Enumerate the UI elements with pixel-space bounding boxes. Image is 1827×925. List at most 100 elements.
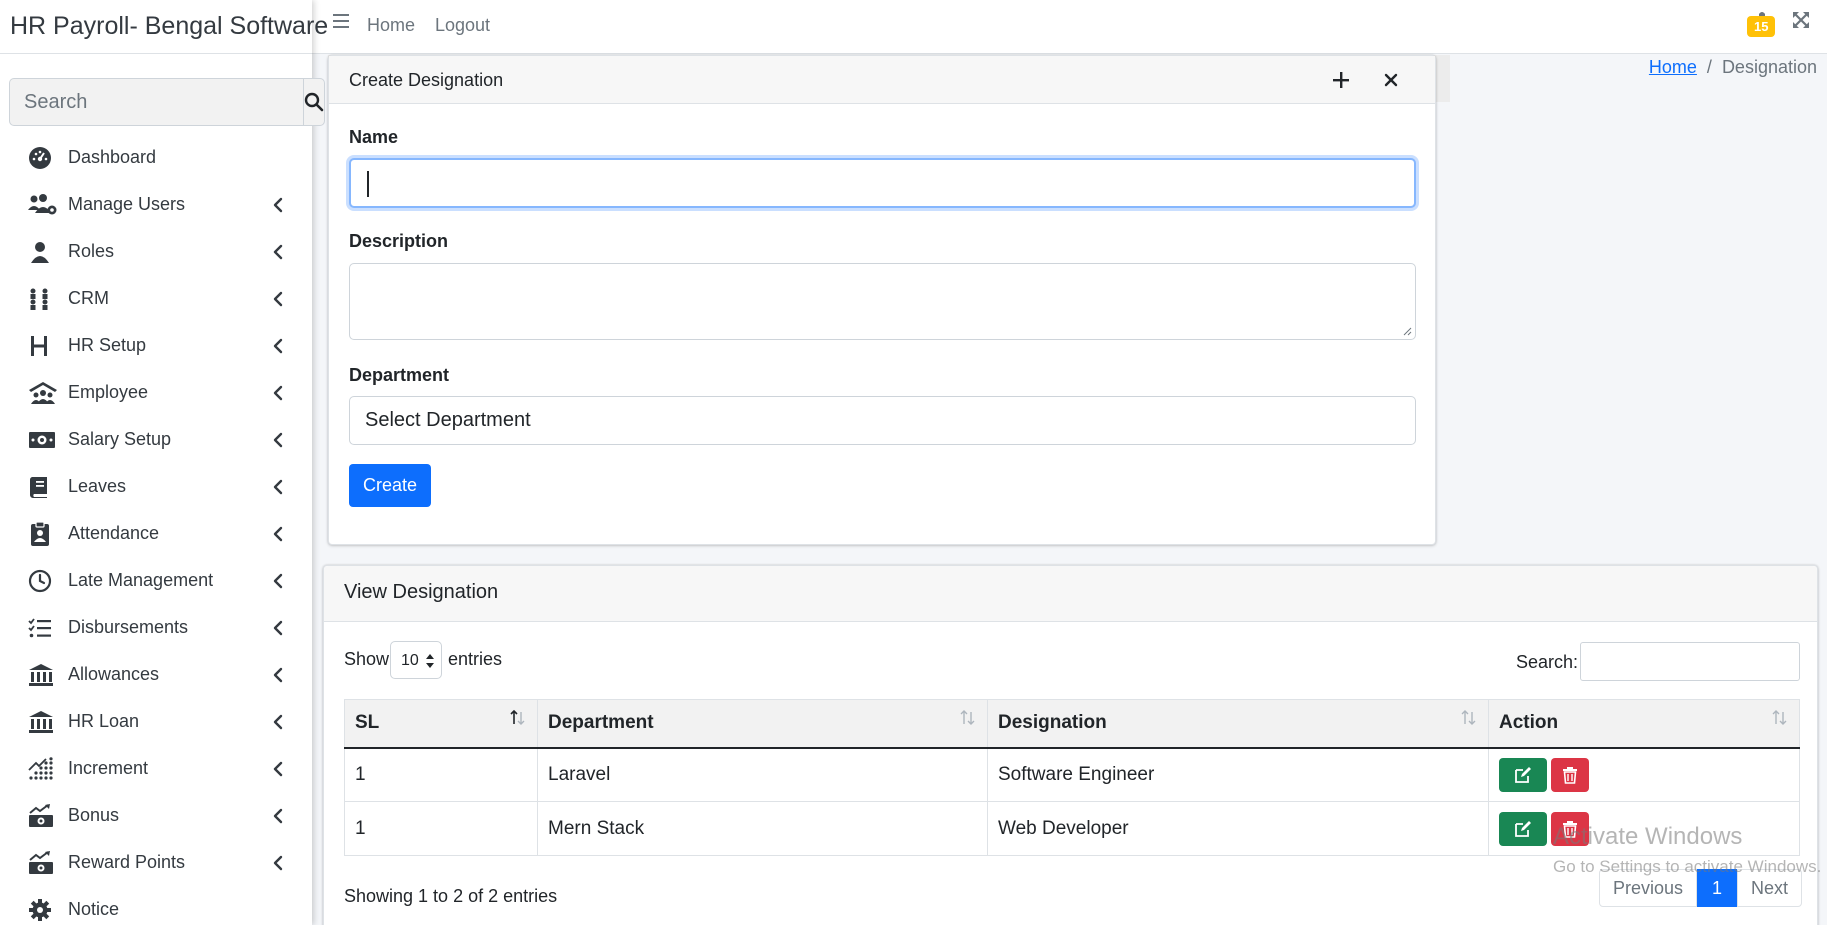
column-header-sl[interactable]: SL bbox=[344, 699, 538, 749]
sort-asc-icon bbox=[510, 709, 525, 725]
column-header-label: Designation bbox=[998, 712, 1107, 734]
sidebar-item-allowances[interactable]: Allowances bbox=[0, 651, 312, 698]
sidebar-item-bonus[interactable]: Bonus bbox=[0, 792, 312, 839]
sidebar-item-label: Bonus bbox=[68, 805, 120, 825]
chevron-left-icon bbox=[273, 526, 283, 542]
sidebar-item-salary-setup[interactable]: Salary Setup bbox=[0, 416, 312, 463]
description-textarea[interactable] bbox=[349, 263, 1416, 340]
sidebar-item-label: Manage Users bbox=[68, 194, 186, 214]
chart-dots-icon bbox=[28, 756, 58, 782]
gear-icon bbox=[28, 897, 58, 923]
delete-button[interactable] bbox=[1551, 811, 1589, 846]
sidebar-item-label: Roles bbox=[68, 241, 115, 261]
sidebar-item-late-management[interactable]: Late Management bbox=[0, 557, 312, 604]
hamburger-menu-icon[interactable] bbox=[332, 12, 350, 30]
sidebar-item-roles[interactable]: Roles bbox=[0, 228, 312, 275]
show-label: Show bbox=[344, 649, 390, 669]
delete-button[interactable] bbox=[1551, 757, 1589, 792]
chevron-left-icon bbox=[273, 855, 283, 871]
brand-title[interactable]: HR Payroll- Bengal Software bbox=[0, 0, 328, 54]
sidebar-item-hr-loan[interactable]: HR Loan bbox=[0, 698, 312, 745]
chevron-left-icon bbox=[273, 714, 283, 730]
view-card-header: View Designation bbox=[324, 566, 1817, 622]
column-header-action[interactable]: Action bbox=[1488, 699, 1800, 749]
cell-department: Laravel bbox=[537, 747, 988, 802]
create-button[interactable]: Create bbox=[349, 464, 431, 507]
money-chart-icon bbox=[28, 803, 58, 829]
column-header-label: Action bbox=[1499, 712, 1559, 734]
chevron-left-icon bbox=[273, 291, 283, 307]
text-caret bbox=[367, 171, 369, 197]
collapse-plus-icon[interactable] bbox=[1332, 71, 1350, 89]
sidebar-item-reward-points[interactable]: Reward Points bbox=[0, 839, 312, 886]
designation-table: SL Department Designation Action 1 Larav… bbox=[344, 699, 1800, 856]
create-card-title: Create Designation bbox=[349, 70, 504, 90]
breadcrumb-current: Designation bbox=[1721, 57, 1817, 77]
sidebar-item-attendance[interactable]: Attendance bbox=[0, 510, 312, 557]
sidebar-item-leaves[interactable]: Leaves bbox=[0, 463, 312, 510]
clock-icon bbox=[28, 568, 58, 594]
chevron-left-icon bbox=[273, 667, 283, 683]
sidebar-item-label: Notice bbox=[68, 899, 120, 919]
resize-handle-icon[interactable] bbox=[1402, 326, 1412, 336]
chevron-left-icon bbox=[273, 385, 283, 401]
edit-button[interactable] bbox=[1499, 757, 1547, 792]
sidebar-item-hr-setup[interactable]: HR Setup bbox=[0, 322, 312, 369]
department-select[interactable]: Select Department bbox=[349, 396, 1416, 445]
sidebar-item-label: Leaves bbox=[68, 476, 127, 496]
pagination-next[interactable]: Next bbox=[1737, 869, 1803, 907]
breadcrumb-home-link[interactable]: Home bbox=[1649, 57, 1697, 77]
cell-action bbox=[1488, 747, 1800, 802]
nav-logout-link[interactable]: Logout bbox=[435, 15, 490, 36]
pagination-page[interactable]: 1 bbox=[1697, 869, 1738, 907]
sidebar-search bbox=[9, 78, 325, 126]
sidebar-item-label: CRM bbox=[68, 288, 109, 308]
name-input[interactable] bbox=[349, 158, 1416, 208]
sidebar-item-manage-users[interactable]: Manage Users bbox=[0, 181, 312, 228]
edit-button[interactable] bbox=[1499, 811, 1547, 846]
table-row: 1 Laravel Software Engineer bbox=[344, 747, 1800, 802]
pagination: Previous 1 Next bbox=[1599, 869, 1803, 907]
users-cog-icon bbox=[28, 192, 58, 218]
close-icon[interactable] bbox=[1384, 73, 1398, 87]
sidebar-item-label: Salary Setup bbox=[68, 429, 172, 449]
chevron-left-icon bbox=[273, 432, 283, 448]
sidebar-search-button[interactable] bbox=[303, 78, 325, 126]
building-people-icon bbox=[28, 380, 58, 406]
table-search-input[interactable] bbox=[1580, 642, 1800, 681]
money-chart-icon bbox=[28, 850, 58, 876]
fullscreen-expand-icon[interactable] bbox=[1792, 11, 1810, 29]
sidebar-item-increment[interactable]: Increment bbox=[0, 745, 312, 792]
sidebar-item-label: Late Management bbox=[68, 570, 214, 590]
user-icon bbox=[28, 239, 58, 265]
bank-icon bbox=[28, 662, 58, 688]
sidebar-item-label: HR Setup bbox=[68, 335, 147, 355]
cell-sl: 1 bbox=[344, 801, 538, 856]
sidebar-item-employee[interactable]: Employee bbox=[0, 369, 312, 416]
nav-home-link[interactable]: Home bbox=[367, 15, 415, 36]
sidebar-item-label: Disbursements bbox=[68, 617, 189, 637]
column-header-department[interactable]: Department bbox=[537, 699, 988, 749]
edit-icon bbox=[1515, 766, 1531, 783]
sidebar-item-crm[interactable]: CRM bbox=[0, 275, 312, 322]
sidebar-nav: Dashboard Manage Users Roles CRM HR Setu… bbox=[0, 134, 312, 925]
chevron-left-icon bbox=[273, 620, 283, 636]
bank-icon bbox=[28, 709, 58, 735]
notification-count-badge: 15 bbox=[1747, 16, 1776, 37]
sidebar-item-dashboard[interactable]: Dashboard bbox=[0, 134, 312, 181]
updown-arrows-icon bbox=[426, 654, 434, 668]
list-check-icon bbox=[28, 615, 58, 641]
book-icon bbox=[28, 474, 58, 500]
sidebar-item-label: Reward Points bbox=[68, 852, 186, 872]
notifications-button[interactable]: 15 bbox=[1745, 8, 1779, 40]
column-header-designation[interactable]: Designation bbox=[987, 699, 1489, 749]
pagination-previous[interactable]: Previous bbox=[1599, 869, 1698, 907]
page-length-select[interactable]: 10 bbox=[390, 641, 442, 679]
chevron-left-icon bbox=[273, 338, 283, 354]
sidebar-item-notice[interactable]: Notice bbox=[0, 886, 312, 925]
sidebar-item-disbursements[interactable]: Disbursements bbox=[0, 604, 312, 651]
edit-icon bbox=[1515, 820, 1531, 837]
department-selected-value: Select Department bbox=[365, 409, 531, 431]
sidebar-item-label: Attendance bbox=[68, 523, 160, 543]
sidebar-search-input[interactable] bbox=[9, 78, 303, 126]
